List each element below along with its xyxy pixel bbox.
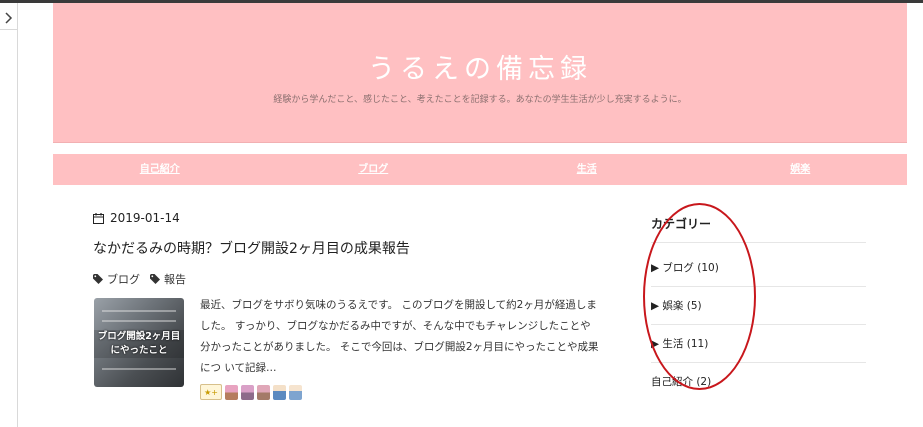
thumbnail-caption-line: ブログ開設2ヶ月目 [97,331,181,342]
nav-item-entertainment[interactable]: 娯楽 [694,154,908,185]
post-date-text: 2019-01-14 [110,211,180,225]
nav-item-profile[interactable]: 自己紹介 [53,154,267,185]
calendar-icon [93,212,104,224]
hatena-star-area: ★+ [200,384,302,400]
post-excerpt: 最近、ブログをサボり気味のうるえです。 このブログを開設して約2ヶ月が経過しまし… [200,299,599,374]
global-nav: 自己紹介 ブログ 生活 娯楽 [53,154,907,185]
thumbnail-caption: ブログ開設2ヶ月目 にやったこと [94,330,184,358]
post-tags: ブログ 報告 [93,271,186,287]
thumbnail-caption-line: にやったこと [110,345,168,356]
user-avatar-icon[interactable] [241,384,254,400]
tag-icon [150,274,160,284]
expand-panel-button[interactable] [0,7,17,30]
add-star-button[interactable]: ★+ [200,384,222,400]
tag-report[interactable]: 報告 [150,271,186,287]
user-avatar-icon[interactable] [289,384,302,400]
category-item-entertainment[interactable]: ▶ 娯楽 (5) [651,287,866,325]
site-description: 経験から学んだこと、感じたこと、考えたことを記録する。あなたの学生生活が少し充実… [273,95,687,105]
site-header: うるえの備忘録 経験から学んだこと、感じたこと、考えたことを記録する。あなたの学… [53,3,907,143]
user-avatar-icon[interactable] [257,384,270,400]
left-panel [0,3,18,427]
tag-icon [93,274,103,284]
keyboard-key-row [102,310,176,312]
tag-blog[interactable]: ブログ [93,271,140,287]
category-heading: カテゴリー [651,215,866,243]
blog-page: うるえの備忘録 経験から学んだこと、感じたこと、考えたことを記録する。あなたの学… [18,3,923,427]
category-sidebar: カテゴリー ▶ ブログ (10) ▶ 娯楽 (5) ▶ 生活 (11) 自己紹介… [651,215,866,400]
chevron-right-icon [4,12,12,24]
tag-label: ブログ [107,273,140,286]
keyboard-key-row [102,320,176,322]
nav-item-life[interactable]: 生活 [480,154,694,185]
post-date: 2019-01-14 [93,211,180,225]
category-item-life[interactable]: ▶ 生活 (11) [651,325,866,363]
category-item-profile[interactable]: 自己紹介 (2) [651,363,866,400]
user-avatar-icon[interactable] [273,384,286,400]
site-title[interactable]: うるえの備忘録 [53,47,907,86]
post-thumbnail[interactable]: ブログ開設2ヶ月目 にやったこと [94,298,184,387]
nav-item-blog[interactable]: ブログ [267,154,481,185]
category-item-blog[interactable]: ▶ ブログ (10) [651,249,866,287]
user-avatar-icon[interactable] [225,384,238,400]
post-title[interactable]: なかだるみの時期？ブログ開設2ヶ月目の成果報告 [93,238,410,258]
keyboard-key-row [102,368,176,370]
tag-label: 報告 [164,273,186,286]
